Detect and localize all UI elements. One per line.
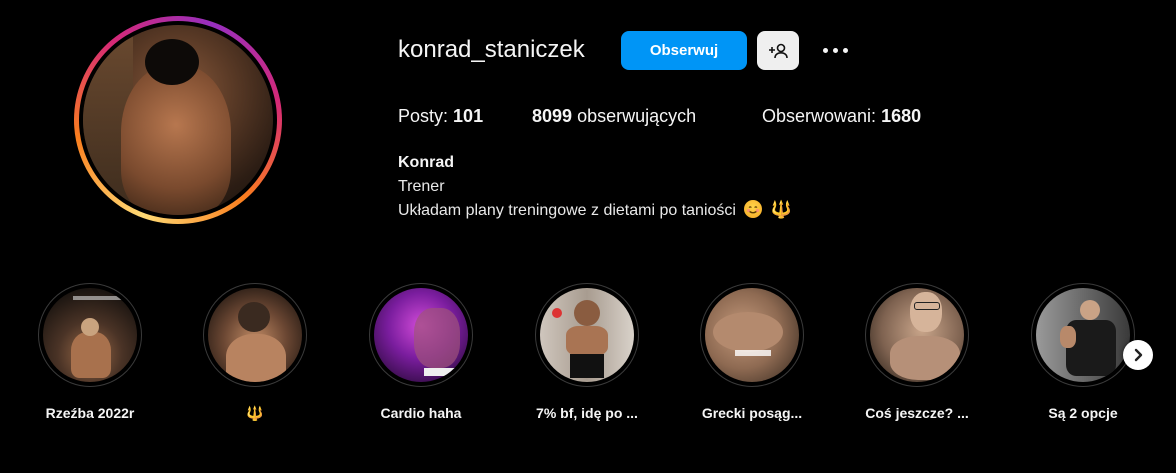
highlight-label: 🔱	[246, 405, 264, 421]
highlight-cover	[38, 283, 142, 387]
highlight-cover	[1031, 283, 1135, 387]
more-options-button[interactable]	[816, 36, 854, 64]
highlight-image	[208, 288, 302, 382]
highlight-cover	[369, 283, 473, 387]
profile-avatar[interactable]	[74, 16, 282, 224]
highlight-cover	[700, 283, 804, 387]
following-value: 1680	[881, 106, 922, 126]
highlight-label: Coś jeszcze? ...	[865, 405, 969, 421]
highlight-label: Rzeźba 2022r	[45, 405, 135, 421]
suggested-accounts-button[interactable]	[757, 31, 799, 70]
highlight-label: Są 2 opcje	[1048, 405, 1118, 421]
follow-button[interactable]: Obserwuj	[621, 31, 747, 70]
more-options-icon	[820, 47, 850, 53]
profile-full-name: Konrad	[398, 154, 454, 171]
highlight-label: Grecki posąg...	[701, 405, 803, 421]
followers-label: obserwujących	[577, 106, 697, 126]
profile-bio: Układam plany treningowe z dietami po ta…	[398, 200, 792, 220]
avatar-photo	[83, 25, 273, 215]
highlight-image	[870, 288, 964, 382]
profile-username: konrad_staniczek	[398, 36, 585, 63]
highlight-item[interactable]: Rzeźba 2022r	[35, 283, 145, 421]
highlight-image	[540, 288, 634, 382]
smiling-face-icon	[744, 200, 763, 218]
highlight-image	[705, 288, 799, 382]
followers-link[interactable]: 8099 obserwujących	[532, 106, 696, 127]
add-person-icon	[769, 43, 788, 58]
highlight-item[interactable]: Są 2 opcje	[1028, 283, 1138, 421]
following-link[interactable]: Obserwowani: 1680	[762, 106, 921, 127]
following-label: Obserwowani:	[762, 106, 877, 126]
highlight-image	[43, 288, 137, 382]
trident-icon: 🔱	[770, 200, 793, 219]
highlight-item[interactable]: Cardio haha	[366, 283, 476, 421]
avatar-hair	[145, 39, 199, 85]
avatar-figure	[121, 65, 231, 215]
highlight-item[interactable]: Coś jeszcze? ...	[862, 283, 972, 421]
highlight-label: Cardio haha	[380, 405, 462, 421]
highlight-item[interactable]: 7% bf, idę po ...	[532, 283, 642, 421]
highlight-cover	[865, 283, 969, 387]
highlight-image	[1036, 288, 1130, 382]
profile-category: Trener	[398, 178, 445, 195]
bio-text: Układam plany treningowe z dietami po ta…	[398, 202, 736, 219]
followers-value: 8099	[532, 106, 573, 126]
posts-label: Posty:	[398, 106, 449, 126]
posts-value: 101	[453, 106, 484, 126]
highlight-image	[374, 288, 468, 382]
highlight-item[interactable]: Grecki posąg...	[697, 283, 807, 421]
highlight-cover	[203, 283, 307, 387]
highlight-label: 7% bf, idę po ...	[536, 405, 638, 421]
posts-count: Posty: 101	[398, 106, 483, 127]
highlights-next-button[interactable]	[1123, 340, 1153, 370]
chevron-right-icon	[1134, 348, 1143, 362]
highlight-item[interactable]: 🔱	[200, 283, 310, 422]
highlight-cover	[535, 283, 639, 387]
